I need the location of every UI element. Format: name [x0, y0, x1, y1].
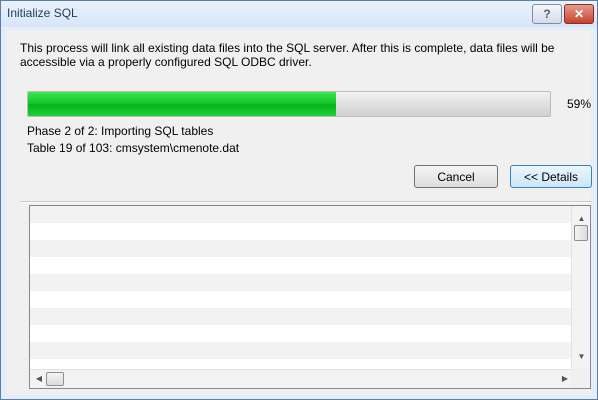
- scroll-left-icon[interactable]: ◀: [34, 374, 44, 383]
- scroll-right-icon[interactable]: ▶: [560, 374, 570, 383]
- log-row[interactable]: [30, 223, 571, 240]
- progress-fill: [28, 92, 336, 116]
- scroll-up-icon[interactable]: ▲: [572, 214, 590, 223]
- log-row[interactable]: [30, 240, 571, 257]
- phase-status: Phase 2 of 2: Importing SQL tables: [27, 124, 214, 138]
- log-row[interactable]: [30, 274, 571, 291]
- scroll-down-icon[interactable]: ▼: [572, 352, 590, 361]
- vertical-scroll-thumb[interactable]: [574, 225, 588, 241]
- log-row[interactable]: [30, 308, 571, 325]
- cancel-button[interactable]: Cancel: [414, 165, 498, 188]
- vertical-scrollbar[interactable]: ▲ ▼: [571, 206, 590, 369]
- close-icon: ✕: [573, 7, 585, 21]
- log-row[interactable]: [30, 342, 571, 359]
- title-bar: Initialize SQL ? ✕: [1, 1, 597, 27]
- horizontal-scrollbar[interactable]: ◀ ▶: [30, 369, 571, 388]
- help-icon: ?: [543, 7, 551, 21]
- description-text: This process will link all existing data…: [20, 41, 555, 69]
- log-row[interactable]: [30, 325, 571, 342]
- log-row[interactable]: [30, 257, 571, 274]
- help-button[interactable]: ?: [532, 4, 562, 24]
- details-log-list[interactable]: ▲ ▼ ◀ ▶: [29, 205, 591, 389]
- log-rows: [30, 206, 571, 365]
- dialog-body: This process will link all existing data…: [7, 30, 592, 395]
- log-row[interactable]: [30, 291, 571, 308]
- initialize-sql-dialog: Initialize SQL ? ✕ This process will lin…: [0, 0, 598, 400]
- close-button[interactable]: ✕: [564, 4, 594, 24]
- progress-bar: [27, 91, 551, 117]
- table-status: Table 19 of 103: cmsystem\cmenote.dat: [27, 141, 240, 155]
- progress-percent: 59%: [567, 97, 592, 111]
- window-title: Initialize SQL: [7, 6, 78, 20]
- separator: [20, 201, 592, 203]
- details-button[interactable]: << Details: [510, 165, 592, 188]
- scrollbar-corner: [571, 369, 590, 388]
- horizontal-scroll-thumb[interactable]: [46, 372, 64, 386]
- log-row[interactable]: [30, 206, 571, 223]
